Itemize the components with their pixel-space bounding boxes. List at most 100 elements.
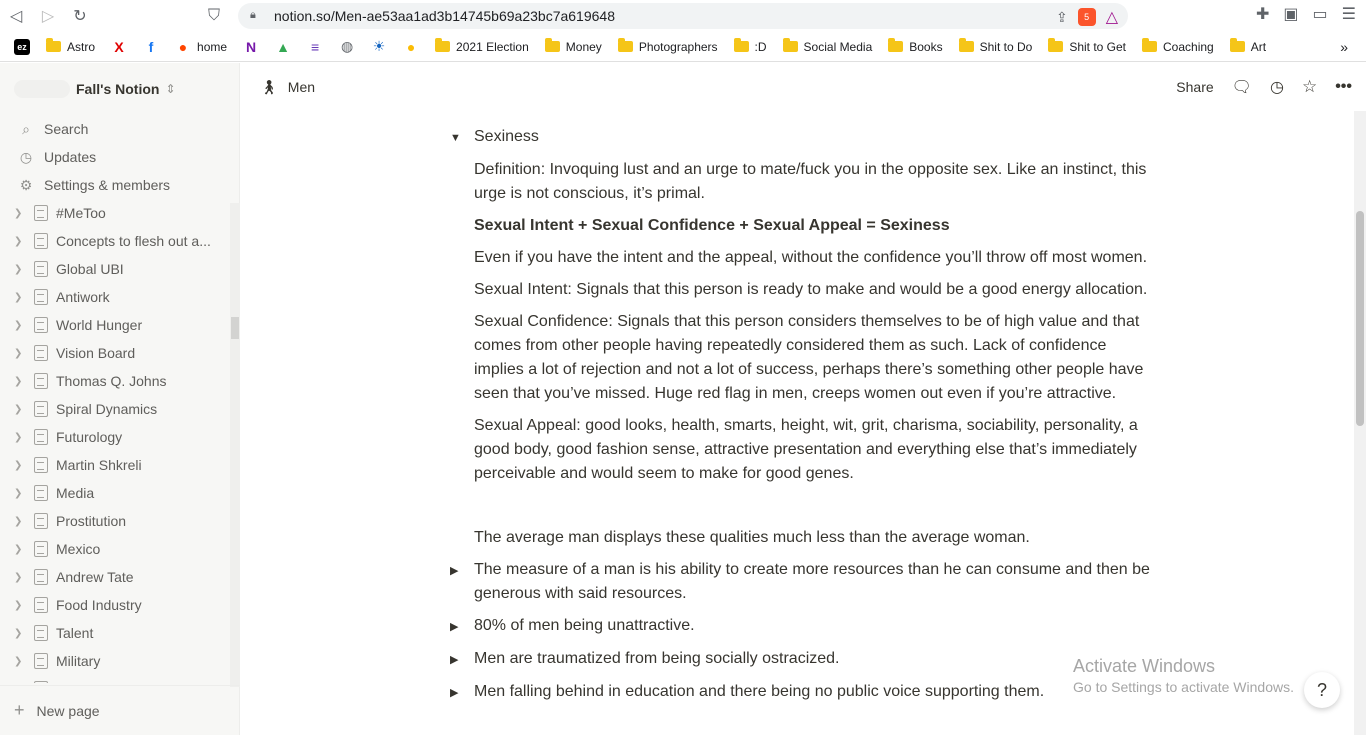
- bookmark-item[interactable]: Photographers: [612, 35, 724, 59]
- chevron-right-icon[interactable]: ❯: [14, 208, 26, 219]
- new-page-button[interactable]: + New page: [0, 685, 240, 735]
- toggle-sexiness[interactable]: ▼ Sexiness: [450, 125, 1155, 150]
- sidebar-toggle-icon[interactable]: ▣: [1283, 4, 1298, 24]
- sidebar-page-item[interactable]: ❯ Concepts to flesh out a...: [0, 227, 240, 255]
- bookmark-item[interactable]: :D: [728, 35, 773, 59]
- chevron-right-icon[interactable]: ❯: [14, 264, 26, 275]
- chevron-right-icon[interactable]: ❯: [14, 376, 26, 387]
- sidebar-page-item[interactable]: ❯ Military: [0, 647, 240, 675]
- forward-icon[interactable]: ▷: [32, 0, 64, 32]
- chevron-right-icon[interactable]: ❯: [14, 348, 26, 359]
- chevron-right-icon[interactable]: ❯: [14, 320, 26, 331]
- bookmark-item[interactable]: ≡: [301, 35, 329, 59]
- sidebar-page-item[interactable]: ❯ Martin Shkreli: [0, 451, 240, 479]
- bookmark-item[interactable]: Money: [539, 35, 608, 59]
- bookmark-item[interactable]: f: [137, 35, 165, 59]
- sidebar-scrollbar-thumb[interactable]: [231, 317, 239, 339]
- bookmark-icon[interactable]: ⛉: [198, 0, 230, 32]
- bookmark-item[interactable]: N: [237, 35, 265, 59]
- sidebar-page-item[interactable]: ❯ Antiwork: [0, 283, 240, 311]
- chevron-right-icon[interactable]: ❯: [14, 236, 26, 247]
- sidebar-page-item[interactable]: ❯ Thomas Q. Johns: [0, 367, 240, 395]
- sidebar-page-item[interactable]: ❯ Futurology: [0, 423, 240, 451]
- chevron-right-icon[interactable]: ❯: [14, 656, 26, 667]
- sidebar-page-item[interactable]: ❯ World Hunger: [0, 311, 240, 339]
- chevron-right-icon[interactable]: ❯: [14, 432, 26, 443]
- toggle-title[interactable]: The measure of a man is his ability to c…: [474, 558, 1155, 606]
- reload-icon[interactable]: ↻: [64, 0, 96, 32]
- main-scrollbar-thumb[interactable]: [1356, 211, 1364, 426]
- sidebar-page-item[interactable]: ❯ Mexico: [0, 535, 240, 563]
- breadcrumb[interactable]: Men: [288, 79, 315, 95]
- chevron-right-icon[interactable]: ❯: [14, 600, 26, 611]
- sidebar-page-item[interactable]: ❯ Media: [0, 479, 240, 507]
- comment-icon[interactable]: 🗨︎: [1232, 77, 1252, 97]
- brave-shield-icon[interactable]: 5: [1077, 8, 1096, 26]
- toggle-closed-icon[interactable]: ▶: [450, 647, 474, 672]
- bookmark-item[interactable]: ▲: [269, 35, 297, 59]
- sidebar-search[interactable]: ⌕ Search: [0, 115, 239, 143]
- bookmark-item[interactable]: Shit to Do: [953, 35, 1039, 59]
- sidebar-page-item[interactable]: ❯ Vision Board: [0, 339, 240, 367]
- chevron-right-icon[interactable]: ❯: [14, 516, 26, 527]
- history-icon[interactable]: ◷: [1270, 77, 1284, 97]
- chevron-right-icon[interactable]: ❯: [14, 628, 26, 639]
- bookmark-item[interactable]: Books: [882, 35, 948, 59]
- toggle-block[interactable]: ▶ Men are traumatized from being socially…: [450, 647, 1155, 672]
- toggle-block[interactable]: ▶ Men falling behind in education and the…: [450, 680, 1155, 705]
- chevron-right-icon[interactable]: ❯: [14, 488, 26, 499]
- sidebar-page-item[interactable]: ❯ Spiral Dynamics: [0, 395, 240, 423]
- share-button[interactable]: Share: [1176, 79, 1213, 95]
- menu-icon[interactable]: ☰: [1342, 4, 1356, 24]
- more-icon[interactable]: •••: [1335, 78, 1352, 96]
- share-page-icon[interactable]: ⇪: [1056, 9, 1068, 26]
- sidebar-page-item[interactable]: ❯ Food Industry: [0, 591, 240, 619]
- sidebar-page-item[interactable]: ❯ Talent: [0, 619, 240, 647]
- sidebar-page-item[interactable]: ❯Porn: [0, 675, 240, 683]
- bookmark-item[interactable]: Shit to Get: [1042, 35, 1132, 59]
- chevron-right-icon[interactable]: ❯: [14, 404, 26, 415]
- toggle-title[interactable]: Men falling behind in education and ther…: [474, 680, 1155, 705]
- bookmark-item[interactable]: Social Media: [777, 35, 879, 59]
- page-icon: [34, 625, 48, 641]
- bookmark-item[interactable]: Astro: [40, 35, 101, 59]
- bookmark-item[interactable]: Coaching: [1136, 35, 1220, 59]
- chevron-right-icon[interactable]: ❯: [14, 460, 26, 471]
- help-button[interactable]: ?: [1304, 672, 1340, 708]
- toggle-block[interactable]: ▶ The measure of a man is his ability to …: [450, 558, 1155, 606]
- toggle-title[interactable]: 80% of men being unattractive.: [474, 614, 1155, 639]
- toggle-closed-icon[interactable]: ▶: [450, 614, 474, 639]
- sidebar-page-item[interactable]: ❯ #MeToo: [0, 199, 240, 227]
- sidebar-updates[interactable]: ◷ Updates: [0, 143, 239, 171]
- bookmark-item[interactable]: ● home: [169, 35, 233, 59]
- bookmark-item[interactable]: 2021 Election: [429, 35, 535, 59]
- back-icon[interactable]: ◁: [0, 0, 32, 32]
- chevron-right-icon[interactable]: ❯: [14, 544, 26, 555]
- sidebar-page-item[interactable]: ❯ Prostitution: [0, 507, 240, 535]
- bookmark-item[interactable]: ez: [8, 35, 36, 59]
- toggle-closed-icon[interactable]: ▶: [450, 558, 474, 606]
- toggle-block[interactable]: ▶ 80% of men being unattractive.: [450, 614, 1155, 639]
- wallet-icon[interactable]: ▭: [1313, 4, 1328, 24]
- sidebar-settings[interactable]: ⚙ Settings & members: [0, 171, 239, 199]
- bookmark-item[interactable]: ◍: [333, 35, 361, 59]
- bookmark-item[interactable]: X: [105, 35, 133, 59]
- sidebar-page-item[interactable]: ❯ Global UBI: [0, 255, 240, 283]
- toggle-open-icon[interactable]: ▼: [450, 125, 474, 150]
- bookmarks-overflow-icon[interactable]: »: [1340, 39, 1348, 55]
- sidebar-scrollbar[interactable]: [230, 203, 240, 687]
- address-bar[interactable]: 🔒︎ notion.so/Men-ae53aa1ad3b14745b69a23b…: [238, 3, 1128, 29]
- star-icon[interactable]: ☆: [1302, 77, 1317, 97]
- sidebar-page-item[interactable]: ❯ Andrew Tate: [0, 563, 240, 591]
- workspace-switcher[interactable]: Fall's Notion ⇕: [0, 63, 239, 115]
- bookmark-item[interactable]: Art: [1224, 35, 1272, 59]
- toggle-closed-icon[interactable]: ▶: [450, 680, 474, 705]
- bookmark-item[interactable]: ●: [397, 35, 425, 59]
- chevron-right-icon[interactable]: ❯: [14, 292, 26, 303]
- brave-rewards-icon[interactable]: △: [1106, 7, 1118, 27]
- toggle-title[interactable]: Sexiness: [474, 125, 1155, 150]
- bookmark-item[interactable]: ☀: [365, 35, 393, 59]
- extensions-icon[interactable]: ✚: [1256, 4, 1269, 24]
- chevron-right-icon[interactable]: ❯: [14, 572, 26, 583]
- toggle-title[interactable]: Men are traumatized from being socially …: [474, 647, 1155, 672]
